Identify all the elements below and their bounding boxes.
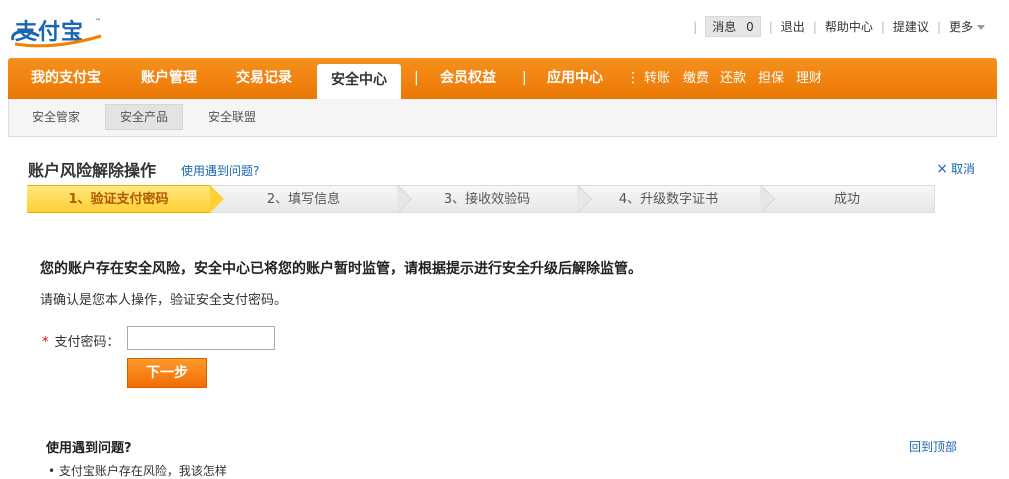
quick-link-transfer[interactable]: 转账 [644, 58, 670, 99]
step-label: 4、升级数字证书 [618, 192, 719, 207]
svg-text:™: ™ [95, 18, 101, 25]
chevron-down-icon [977, 25, 985, 30]
password-label: * 支付密码： [42, 331, 120, 350]
step-label: 1、验证支付密码 [68, 192, 169, 207]
step-2: 2、填写信息 [210, 185, 412, 213]
main-nav: 我的支付宝 账户管理 交易记录 安全中心 | 会员权益 | 应用中心 ⋮ 转账 … [8, 58, 997, 99]
more-menu[interactable]: 更多 [949, 18, 985, 35]
sub-nav: 安全管家 安全产品 安全联盟 [8, 99, 997, 137]
message-label: 消息 [712, 20, 737, 34]
message-count: 0 [746, 20, 754, 34]
quick-link-finance[interactable]: 理财 [796, 58, 822, 99]
cancel-label: 取消 [950, 162, 975, 176]
cancel-button[interactable]: × 取消 [936, 160, 975, 177]
step-4: 4、升级数字证书 [577, 185, 775, 213]
back-to-top-link[interactable]: 回到顶部 [909, 438, 957, 455]
help-link[interactable]: 使用遇到问题? [181, 162, 259, 179]
quick-link-guarantee[interactable]: 担保 [758, 58, 784, 99]
more-label: 更多 [948, 20, 973, 34]
payment-password-input[interactable] [127, 326, 275, 350]
nav-transaction-records[interactable]: 交易记录 [236, 58, 292, 99]
step-label: 3、接收效验码 [443, 192, 531, 207]
message-badge[interactable]: 消息 0 [705, 16, 761, 37]
nav-member-benefits[interactable]: 会员权益 [440, 58, 496, 99]
nav-my-alipay[interactable]: 我的支付宝 [31, 58, 101, 99]
progress-steps: 1、验证支付密码 2、填写信息 3、接收效验码 4、升级数字证书 成功 [27, 185, 935, 213]
faq-title: 使用遇到问题? [46, 441, 132, 456]
required-mark: * [42, 335, 49, 350]
password-label-text: 支付密码： [54, 335, 120, 350]
step-5: 成功 [760, 185, 935, 213]
next-step-button[interactable]: 下一步 [127, 358, 207, 388]
top-utility-bar: | 消息 0 | 退出 | 帮助中心 | 提建议 | 更多 [685, 16, 985, 37]
step-3: 3、接收效验码 [397, 185, 592, 213]
step-label: 2、填写信息 [266, 192, 341, 207]
page-title: 账户风险解除操作 [28, 161, 157, 180]
alipay-logo[interactable]: 支付宝 ™ [9, 14, 105, 48]
logout-link[interactable]: 退出 [781, 18, 805, 35]
nav-security-center[interactable]: 安全中心 [317, 64, 401, 99]
faq-item[interactable]: • 支付宝账户存在风险，我该怎样 [48, 462, 227, 479]
risk-notice: 您的账户存在安全风险，安全中心已将您的账户暂时监管，请根据提示进行安全升级后解除… [40, 261, 642, 277]
subnav-security-alliance[interactable]: 安全联盟 [194, 105, 270, 129]
quick-link-pay-bills[interactable]: 缴费 [683, 58, 709, 99]
quick-link-repayment[interactable]: 还款 [720, 58, 746, 99]
step-1: 1、验证支付密码 [27, 185, 224, 213]
nav-app-center[interactable]: 应用中心 [547, 58, 603, 99]
help-center-link[interactable]: 帮助中心 [825, 18, 873, 35]
close-icon: × [936, 160, 948, 177]
subnav-security-products[interactable]: 安全产品 [105, 104, 184, 130]
suggest-link[interactable]: 提建议 [893, 18, 929, 35]
step-label: 成功 [833, 192, 860, 207]
subnav-security-butler[interactable]: 安全管家 [18, 105, 94, 129]
nav-account-management[interactable]: 账户管理 [141, 58, 197, 99]
confirm-instruction: 请确认是您本人操作，验证安全支付密码。 [40, 293, 288, 308]
